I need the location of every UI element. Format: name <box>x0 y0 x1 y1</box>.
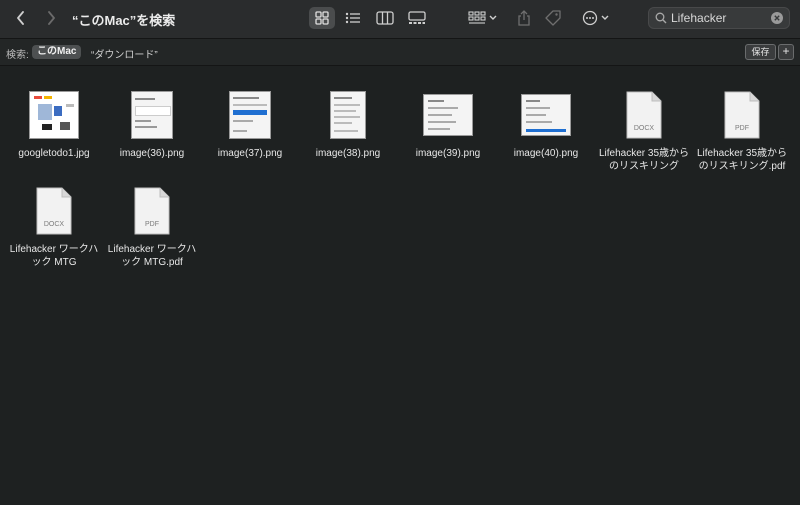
image-thumbnail <box>330 91 366 139</box>
scope-label: 検索: <box>6 50 29 61</box>
image-thumbnail <box>131 91 173 139</box>
group-button[interactable] <box>466 7 500 29</box>
file-name: googletodo1.jpg <box>18 148 90 159</box>
file-item[interactable]: image(39).png <box>398 86 498 160</box>
file-extension-label: PDF <box>145 221 159 228</box>
share-button[interactable] <box>511 7 537 29</box>
clear-search-icon[interactable] <box>771 12 783 24</box>
file-thumbnail <box>496 86 596 144</box>
file-name: image(38).png <box>315 148 381 159</box>
chevron-left-icon <box>17 11 24 25</box>
icon-view-button[interactable] <box>309 7 335 29</box>
results-grid: googletodo1.jpg image(36).png image(37).… <box>0 66 800 505</box>
file-thumbnail <box>102 86 202 144</box>
file-thumbnail: DOCX <box>594 86 694 144</box>
document-icon: PDF <box>724 91 760 139</box>
add-criteria-button[interactable]: + <box>778 44 794 60</box>
file-item[interactable]: image(38).png <box>298 86 398 160</box>
share-icon <box>518 10 530 26</box>
file-name: Lifehacker 35歳からのリスキリング.pdf <box>696 148 788 172</box>
file-thumbnail <box>200 86 300 144</box>
image-thumbnail <box>423 94 473 136</box>
columns-icon <box>376 11 394 25</box>
gallery-view-button[interactable] <box>404 7 430 29</box>
file-name: Lifehacker 35歳からのリスキリング <box>598 148 690 172</box>
document-icon: DOCX <box>626 91 662 139</box>
image-thumbnail <box>29 91 79 139</box>
document-icon: DOCX <box>36 187 72 235</box>
file-extension-label: DOCX <box>633 125 655 132</box>
forward-button[interactable] <box>40 7 62 29</box>
file-thumbnail <box>4 86 104 144</box>
list-view-button[interactable] <box>340 7 366 29</box>
chevron-right-icon <box>48 11 55 25</box>
search-field[interactable] <box>648 7 790 29</box>
file-thumbnail <box>398 86 498 144</box>
file-item[interactable]: DOCX Lifehacker 35歳からのリスキリング <box>594 86 694 173</box>
back-button[interactable] <box>10 7 32 29</box>
file-name: image(40).png <box>513 148 579 159</box>
file-name: image(37).png <box>217 148 283 159</box>
file-extension-label: PDF <box>735 125 749 132</box>
file-item[interactable]: image(37).png <box>200 86 300 160</box>
more-actions-button[interactable] <box>581 7 613 29</box>
toolbar: “このMac”を検索 <box>0 0 800 39</box>
file-name: Lifehacker ワークハック MTG.pdf <box>107 244 197 268</box>
search-icon <box>655 12 667 24</box>
list-icon <box>345 12 360 24</box>
column-view-button[interactable] <box>372 7 398 29</box>
file-name: Lifehacker ワークハック MTG <box>9 244 99 268</box>
window-title: “このMac”を検索 <box>72 13 176 28</box>
scope-downloads[interactable]: “ダウンロード” <box>91 46 158 61</box>
file-item[interactable]: image(36).png <box>102 86 202 160</box>
file-item[interactable]: image(40).png <box>496 86 596 160</box>
search-input[interactable] <box>671 10 771 26</box>
file-thumbnail: DOCX <box>4 182 104 240</box>
file-name: image(39).png <box>415 148 481 159</box>
grid-icon <box>315 11 329 25</box>
ellipsis-circle-icon <box>582 10 609 26</box>
tag-button[interactable] <box>540 7 566 29</box>
file-name: image(36).png <box>119 148 185 159</box>
image-thumbnail <box>229 91 271 139</box>
save-search-button[interactable]: 保存 <box>745 44 776 60</box>
file-item[interactable]: PDF Lifehacker ワークハック MTG.pdf <box>102 182 202 269</box>
file-thumbnail: PDF <box>102 182 202 240</box>
tag-icon <box>545 10 561 26</box>
file-item[interactable]: PDF Lifehacker 35歳からのリスキリング.pdf <box>692 86 792 173</box>
search-scope-bar: 検索: このMac “ダウンロード” 保存 + <box>0 39 800 66</box>
document-icon: PDF <box>134 187 170 235</box>
file-item[interactable]: DOCX Lifehacker ワークハック MTG <box>4 182 104 269</box>
image-thumbnail <box>521 94 571 136</box>
scope-this-mac[interactable]: このMac <box>32 45 82 59</box>
file-thumbnail <box>298 86 398 144</box>
file-extension-label: DOCX <box>43 221 65 228</box>
file-item[interactable]: googletodo1.jpg <box>4 86 104 160</box>
gallery-icon <box>408 11 426 24</box>
group-icon <box>468 11 497 24</box>
file-thumbnail: PDF <box>692 86 792 144</box>
